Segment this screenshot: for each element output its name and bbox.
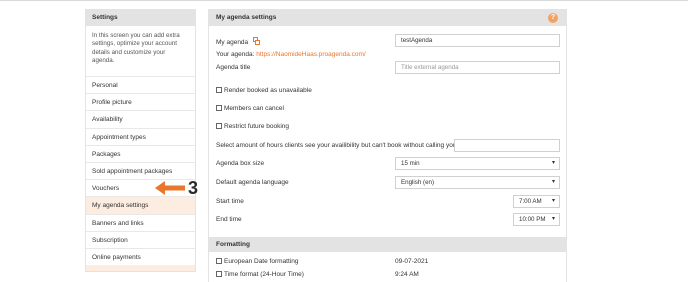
sidebar-title: Settings: [86, 10, 195, 26]
chevron-down-icon: ▾: [551, 216, 555, 222]
annotation-arrow-icon: [155, 181, 185, 195]
sidebar-item-subscription[interactable]: Subscription: [86, 232, 195, 249]
sidebar-item-availability[interactable]: Availability: [86, 111, 195, 129]
european-date-checkbox[interactable]: [216, 258, 222, 264]
chevron-down-icon: ▾: [551, 160, 555, 166]
chevron-down-icon: ▾: [551, 198, 555, 204]
sidebar-item-personal[interactable]: Personal: [86, 77, 195, 95]
restrict-future-option: Restrict future booking: [216, 123, 289, 130]
end-time-label: End time: [216, 216, 242, 223]
end-time-select[interactable]: 10:00 PM ▾: [513, 213, 560, 226]
sidebar-item-my-agenda-settings[interactable]: My agenda settings: [86, 197, 195, 215]
language-label: Default agenda language: [216, 179, 289, 186]
help-icon[interactable]: ?: [548, 13, 558, 23]
top-divider: [0, 0, 688, 1]
settings-sidebar: Settings In this screen you can add extr…: [85, 9, 196, 272]
sidebar-footer: [86, 265, 195, 271]
my-agenda-input[interactable]: testAgenda: [395, 34, 560, 47]
agenda-title-input[interactable]: Title external agenda: [395, 61, 560, 74]
sidebar-item-banners-and-links[interactable]: Banners and links: [86, 215, 195, 232]
members-cancel-option: Members can cancel: [216, 105, 284, 112]
copy-icon[interactable]: [252, 37, 261, 45]
annotation-number: 3: [188, 178, 199, 198]
sidebar-description: In this screen you can add extra setting…: [86, 26, 195, 77]
formatting-section-title: Formatting: [209, 237, 566, 252]
render-booked-checkbox[interactable]: [216, 87, 222, 93]
start-time-label: Start time: [216, 198, 244, 205]
panel-title: My agenda settings: [209, 10, 566, 26]
time-format-checkbox[interactable]: [216, 271, 222, 277]
european-date-example: 09-07-2021: [395, 258, 429, 265]
box-size-select[interactable]: 15 min ▾: [395, 157, 560, 170]
start-time-select[interactable]: 7:00 AM ▾: [513, 195, 560, 208]
sidebar-item-profile-picture[interactable]: Profile picture: [86, 94, 195, 112]
members-cancel-checkbox[interactable]: [216, 105, 222, 111]
time-format-option: Time format (24-Hour Time): [216, 271, 304, 278]
agenda-title-label: Agenda title: [216, 64, 251, 71]
agenda-url-link[interactable]: https://NaomideHaas.proagenda.com/: [256, 51, 365, 58]
sidebar-item-online-payments[interactable]: Online payments: [86, 249, 195, 267]
language-select[interactable]: English (en) ▾: [395, 176, 560, 189]
chevron-down-icon: ▾: [551, 179, 555, 185]
sidebar-item-packages[interactable]: Packages: [86, 146, 195, 163]
my-agenda-label: My agenda: [216, 37, 261, 46]
hours-notice-input[interactable]: [454, 139, 560, 152]
european-date-option: European Date formatting: [216, 258, 298, 265]
restrict-future-checkbox[interactable]: [216, 123, 222, 129]
agenda-settings-panel: My agenda settings ? My agenda testAgend…: [208, 9, 567, 282]
box-size-label: Agenda box size: [216, 160, 265, 167]
sidebar-item-sold-appointment-packages[interactable]: Sold appointment packages: [86, 163, 195, 181]
time-format-example: 9:24 AM: [395, 271, 419, 278]
your-agenda-line: Your agenda: https://NaomideHaas.proagen…: [216, 51, 366, 58]
render-booked-option: Render booked as unavailable: [216, 87, 312, 94]
hours-notice-label: Select amount of hours clients see your …: [216, 142, 457, 149]
sidebar-item-appointment-types[interactable]: Appointment types: [86, 129, 195, 146]
